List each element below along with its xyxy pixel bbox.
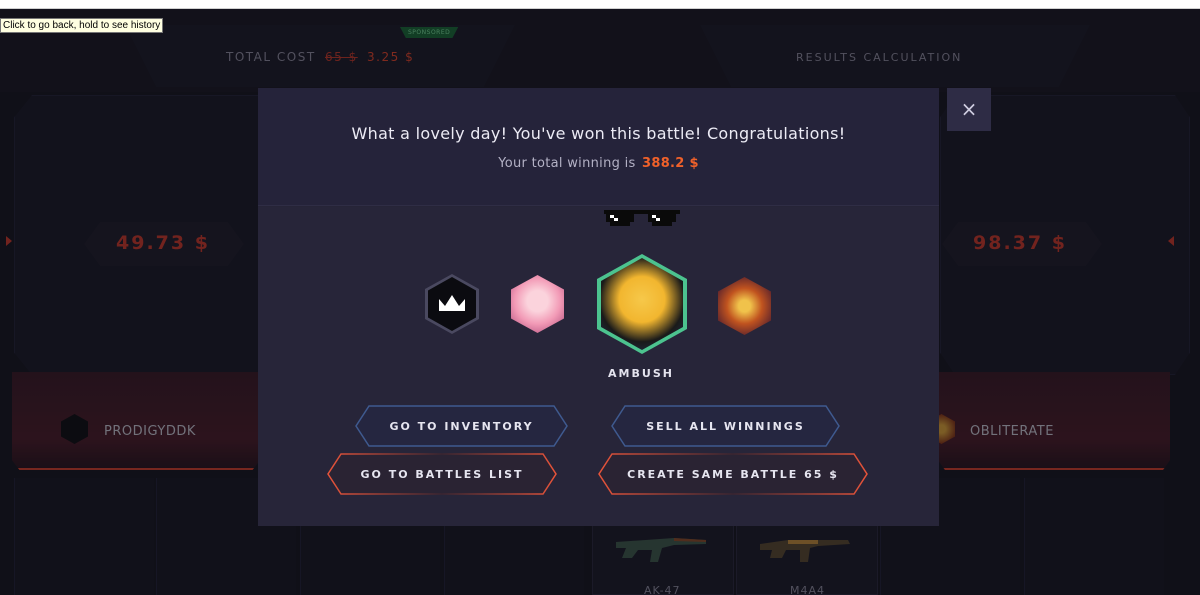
go-to-battles-list-button[interactable]: GO TO BATTLES LIST [327,453,557,495]
back-button-tooltip: Click to go back, hold to see history [0,18,164,33]
victory-modal-header: What a lovely day! You've won this battl… [258,88,939,206]
go-to-inventory-label: GO TO INVENTORY [389,419,534,433]
total-winning-amount: 388.2 $ [642,156,699,171]
total-winning-text: Your total winning is 388.2 $ [258,156,939,171]
total-winning-label: Your total winning is [498,156,636,171]
create-same-battle-button[interactable]: CREATE SAME BATTLE 65 $ [598,453,868,495]
browser-toolbar-edge [0,0,1200,9]
winner-name: AMBUSH [608,367,674,380]
crown-icon [439,295,465,311]
deal-with-it-glasses-icon [604,210,680,226]
go-to-inventory-button[interactable]: GO TO INVENTORY [355,405,568,447]
crown-avatar-inner [428,277,476,331]
go-to-battles-list-label: GO TO BATTLES LIST [360,467,524,481]
sell-all-winnings-label: SELL ALL WINNINGS [646,419,805,433]
victory-title: What a lovely day! You've won this battl… [351,124,846,143]
sell-all-winnings-button[interactable]: SELL ALL WINNINGS [611,405,840,447]
create-same-battle-label: CREATE SAME BATTLE 65 $ [627,467,839,481]
winner-avatar-image [601,258,683,350]
close-icon[interactable]: × [947,88,991,131]
